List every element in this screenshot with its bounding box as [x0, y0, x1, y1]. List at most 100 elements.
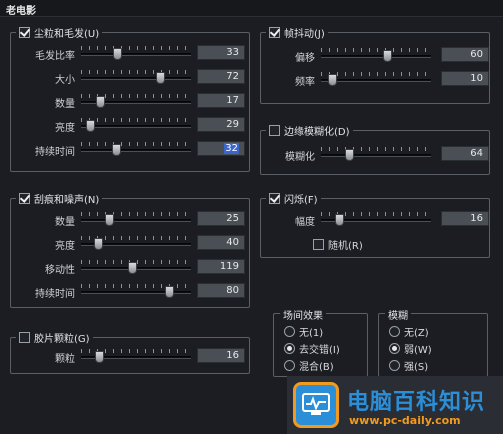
shake-label: 频率 [295, 77, 315, 88]
radio-button[interactable] [284, 343, 295, 354]
dust-value-input[interactable]: 29 [197, 117, 245, 132]
slider-track[interactable] [81, 291, 191, 294]
dust-header[interactable]: 尘粒和毛发(U) [16, 25, 103, 40]
window-titlebar: 老电影 [0, 0, 503, 17]
slider-thumb[interactable] [383, 50, 392, 62]
grain-label: 颗粒 [55, 354, 75, 365]
slider-thumb[interactable] [334, 214, 344, 226]
slider-track[interactable] [81, 77, 191, 80]
slider-track[interactable] [81, 125, 191, 128]
shake-value-input[interactable]: 10 [441, 71, 489, 86]
flicker-header[interactable]: 闪烁(F) [266, 191, 321, 206]
grain-value-input[interactable]: 16 [197, 348, 245, 363]
dust-row: 毛发比率 33 [15, 45, 245, 62]
dust-row: 数量 17 [15, 93, 245, 110]
scratch-value-input[interactable]: 80 [197, 283, 245, 298]
slider-thumb[interactable] [93, 238, 103, 250]
slider-track[interactable] [81, 149, 191, 152]
value-text: 60 [470, 49, 483, 60]
scratch-value-input[interactable]: 119 [197, 259, 245, 274]
slider-track[interactable] [81, 219, 191, 222]
dust-slider[interactable] [81, 70, 191, 84]
scratch-value-input[interactable]: 25 [197, 211, 245, 226]
dust-slider[interactable] [81, 94, 191, 108]
scene-effect-title: 场间效果 [280, 307, 326, 322]
blur-level-option[interactable]: 强(S) [389, 358, 428, 373]
slider-ticks [321, 72, 431, 76]
slider-thumb[interactable] [104, 214, 114, 226]
dust-slider[interactable] [81, 46, 191, 60]
scratch-value-input[interactable]: 40 [197, 235, 245, 250]
slider-thumb[interactable] [85, 120, 95, 132]
dust-value-input[interactable]: 17 [197, 93, 245, 108]
grain-slider[interactable] [81, 349, 191, 363]
dust-value-input[interactable]: 72 [197, 69, 245, 84]
scratch-checkbox[interactable] [19, 193, 30, 204]
dust-slider[interactable] [81, 118, 191, 132]
flicker-checkbox[interactable] [269, 193, 280, 204]
slider-track[interactable] [321, 79, 431, 82]
grain-title: 胶片颗粒(G) [34, 334, 90, 345]
radio-button[interactable] [284, 360, 295, 371]
dust-label: 大小 [55, 75, 75, 86]
flicker-slider[interactable] [321, 212, 431, 226]
blur-level-option[interactable]: 弱(W) [389, 341, 432, 356]
flicker-value-input[interactable]: 16 [441, 211, 489, 226]
random-checkbox[interactable] [313, 239, 324, 250]
edge-blur-slider[interactable] [321, 147, 431, 161]
dust-value-input[interactable]: 33 [197, 45, 245, 60]
scratch-slider[interactable] [81, 260, 191, 274]
shake-slider[interactable] [321, 72, 431, 86]
shake-value-input[interactable]: 60 [441, 47, 489, 62]
scratch-slider[interactable] [81, 236, 191, 250]
dust-value-input[interactable]: 32 [197, 141, 245, 156]
radio-button[interactable] [389, 360, 400, 371]
radio-button[interactable] [389, 326, 400, 337]
slider-thumb[interactable] [95, 96, 105, 108]
slider-thumb[interactable] [127, 262, 137, 274]
radio-button[interactable] [284, 326, 295, 337]
dust-slider[interactable] [81, 142, 191, 156]
random-label: 随机(R) [328, 241, 363, 252]
value-text: 80 [226, 285, 239, 296]
slider-track[interactable] [321, 55, 431, 58]
grain-row: 颗粒 16 [15, 348, 245, 365]
value-text: 16 [470, 213, 483, 224]
edge-blur-value-input[interactable]: 64 [441, 146, 489, 161]
scratch-header[interactable]: 刮痕和噪声(N) [16, 191, 103, 206]
slider-thumb[interactable] [328, 74, 337, 86]
radio-label: 强(S) [404, 362, 429, 373]
edge-blur-checkbox[interactable] [269, 125, 280, 136]
scene-effect-option[interactable]: 无(1) [284, 324, 323, 339]
slider-thumb[interactable] [112, 144, 122, 156]
shake-checkbox[interactable] [269, 27, 280, 38]
grain-checkbox[interactable] [19, 332, 30, 343]
grain-header[interactable]: 胶片颗粒(G) [16, 330, 93, 345]
slider-track[interactable] [321, 154, 431, 157]
slider-thumb[interactable] [94, 351, 104, 363]
scene-effect-option[interactable]: 去交错(I) [284, 341, 340, 356]
shake-header[interactable]: 帧抖动(J) [266, 25, 328, 40]
radio-button[interactable] [389, 343, 400, 354]
slider-thumb[interactable] [156, 72, 166, 84]
dust-row: 大小 72 [15, 69, 245, 86]
shake-slider[interactable] [321, 48, 431, 62]
random-option[interactable]: 随机(R) [313, 237, 363, 252]
blur-level-option[interactable]: 无(Z) [389, 324, 429, 339]
slider-thumb[interactable] [113, 48, 123, 60]
scene-effect-option[interactable]: 混合(B) [284, 358, 334, 373]
slider-thumb[interactable] [165, 286, 174, 298]
slider-track[interactable] [81, 53, 191, 56]
value-text: 72 [226, 71, 239, 82]
scene-effect-group: 场间效果 无(1) 去交错(I) 混合(B) [273, 307, 368, 377]
scratch-slider[interactable] [81, 284, 191, 298]
flicker-title: 闪烁(F) [284, 195, 318, 206]
slider-ticks [81, 70, 191, 74]
dust-checkbox[interactable] [19, 27, 30, 38]
radio-label: 混合(B) [299, 362, 334, 373]
edge-blur-header[interactable]: 边缘模糊化(D) [266, 123, 353, 138]
scratch-row: 持续时间 80 [15, 283, 245, 300]
scratch-slider[interactable] [81, 212, 191, 226]
slider-thumb[interactable] [344, 149, 354, 161]
dust-label: 毛发比率 [35, 51, 75, 62]
